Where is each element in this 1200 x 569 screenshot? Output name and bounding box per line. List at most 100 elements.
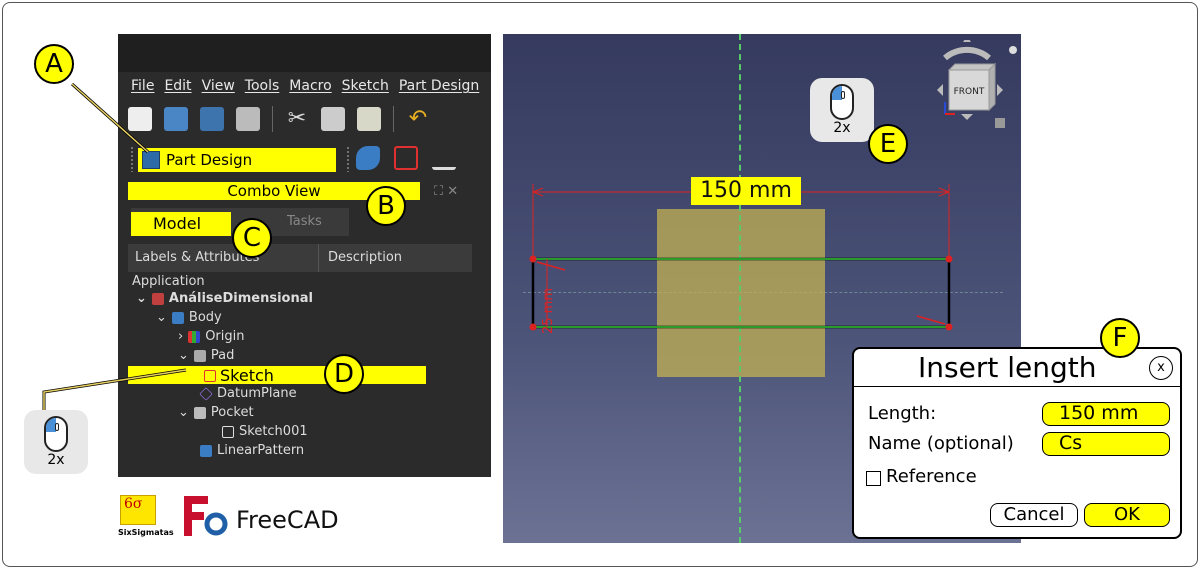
- menu-view[interactable]: View: [202, 78, 235, 94]
- new-document-icon[interactable]: [128, 107, 152, 131]
- menu-part-design[interactable]: Part Design: [399, 78, 479, 94]
- sketch-rectangle: [531, 257, 951, 329]
- workbench-label: Part Design: [166, 151, 253, 169]
- ok-button[interactable]: OK: [1084, 503, 1170, 527]
- cube-face-label: FRONT: [954, 87, 985, 97]
- nav-menu-dot: [1009, 46, 1017, 54]
- tree-item-linear-pattern[interactable]: LinearPattern: [200, 443, 304, 458]
- chevron-right-icon[interactable]: ›: [178, 329, 183, 344]
- linear-pattern-icon: [200, 444, 212, 457]
- create-body-icon[interactable]: [356, 146, 380, 170]
- vertical-dimension-label[interactable]: 25 mm: [541, 288, 556, 334]
- tree-item-origin[interactable]: › Origin: [178, 329, 245, 344]
- tree-item-sketch[interactable]: Sketch: [204, 366, 274, 385]
- toolbar-grip[interactable]: [346, 146, 350, 172]
- chevron-down-icon[interactable]: ⌄: [178, 405, 189, 420]
- tree-label: LinearPattern: [217, 443, 305, 458]
- tree-item-datum-plane[interactable]: DatumPlane: [199, 386, 297, 401]
- chevron-down-icon[interactable]: ⌄: [136, 291, 147, 306]
- name-input[interactable]: Cs: [1042, 432, 1170, 456]
- tab-tasks[interactable]: Tasks: [287, 214, 322, 229]
- callout-e: E: [868, 124, 908, 164]
- save-icon[interactable]: [200, 107, 224, 131]
- chevron-down-icon[interactable]: ⌄: [156, 310, 167, 325]
- sketch-icon: [204, 369, 216, 382]
- close-icon[interactable]: x: [1149, 356, 1173, 380]
- tree-label: Sketch001: [239, 424, 308, 439]
- callout-f: F: [1100, 318, 1140, 358]
- freecad-logo-text: FreeCAD: [236, 506, 339, 534]
- tree-label: DatumPlane: [217, 386, 297, 401]
- view-menu-cube: [995, 118, 1005, 128]
- cut-icon[interactable]: ✂: [285, 107, 309, 131]
- length-label: Length:: [868, 403, 937, 424]
- arrow-head: [938, 187, 950, 193]
- menu-file[interactable]: File: [131, 78, 154, 94]
- validate-sketch-icon[interactable]: [432, 146, 456, 170]
- callout-d: D: [324, 354, 364, 394]
- tree-item-body[interactable]: ⌄ Body: [156, 310, 222, 325]
- reference-checkbox[interactable]: [866, 471, 881, 486]
- double-click-label: 2x: [47, 452, 65, 468]
- body-icon: [171, 311, 184, 324]
- part-design-toolbar: [356, 146, 456, 170]
- horizontal-dimension-label[interactable]: 150 mm: [691, 177, 801, 205]
- part-design-icon: [142, 151, 160, 169]
- origin-icon: [188, 330, 201, 343]
- copy-icon[interactable]: [321, 107, 345, 131]
- open-folder-icon[interactable]: [164, 107, 188, 131]
- column-description[interactable]: Description: [318, 244, 402, 272]
- tree-header: Labels & Attributes Description: [128, 244, 472, 272]
- tree-label: AnáliseDimensional: [168, 291, 313, 306]
- sixsigmatas-label: SixSigmatas: [118, 528, 174, 537]
- freecad-window: File Edit View Tools Macro Sketch Part D…: [118, 34, 491, 477]
- menu-tools[interactable]: Tools: [245, 78, 280, 94]
- print-icon[interactable]: [236, 107, 260, 131]
- vertex-point: [945, 323, 953, 331]
- tree-label: Pad: [210, 348, 235, 363]
- reference-label: Reference: [886, 466, 977, 487]
- callout-a: A: [34, 44, 74, 84]
- tree-item-pocket[interactable]: ⌄ Pocket: [178, 405, 254, 420]
- insert-length-dialog: Insert length x Length: 150 mm Name (opt…: [852, 347, 1182, 539]
- toolbar-separator: [393, 106, 394, 132]
- rotate-arrow-icon: [943, 46, 991, 61]
- navigation-cube[interactable]: FRONT: [915, 40, 1019, 144]
- tab-model[interactable]: Model: [131, 212, 231, 236]
- sketch-icon: [222, 425, 234, 438]
- tree-item-document[interactable]: ⌄ AnáliseDimensional: [136, 291, 313, 306]
- name-label: Name (optional): [868, 433, 1014, 454]
- callout-b: B: [366, 186, 406, 226]
- tree-item-pad[interactable]: ⌄ Pad: [178, 348, 234, 363]
- menu-sketch[interactable]: Sketch: [342, 78, 389, 94]
- tree-item-application: Application: [132, 274, 205, 289]
- length-input[interactable]: 150 mm: [1042, 402, 1170, 426]
- mouse-icon: [44, 416, 68, 452]
- datum-plane-icon: [199, 386, 213, 401]
- dialog-title: Insert length: [918, 351, 1097, 384]
- tree-label: Body: [188, 310, 222, 325]
- workbench-selector[interactable]: Part Design: [138, 148, 336, 172]
- double-click-mouse-icon: 2x: [24, 410, 88, 474]
- paste-icon[interactable]: [357, 107, 381, 131]
- double-click-mouse-icon: 2x: [810, 78, 874, 142]
- undo-icon[interactable]: ↶: [406, 107, 430, 131]
- sketch-highlight: [128, 366, 426, 384]
- toolbar-separator: [272, 106, 273, 132]
- cancel-button[interactable]: Cancel: [990, 503, 1078, 527]
- menu-macro[interactable]: Macro: [289, 78, 331, 94]
- create-sketch-icon[interactable]: [394, 146, 418, 170]
- toolbar-grip[interactable]: [130, 146, 134, 172]
- arrow-head: [532, 187, 544, 193]
- window-top-bar: [118, 34, 491, 72]
- callout-c: C: [232, 218, 272, 258]
- chevron-down-icon[interactable]: ⌄: [178, 348, 189, 363]
- float-close-icon[interactable]: ⛶ ✕: [434, 184, 458, 199]
- nav-right-arrow: [997, 84, 1003, 96]
- vertex-point: [529, 323, 537, 331]
- tree-label: Pocket: [210, 405, 254, 420]
- document-icon: [151, 292, 164, 305]
- freecad-logo-icon: [184, 496, 228, 536]
- tree-item-sketch001[interactable]: Sketch001: [222, 424, 308, 439]
- menu-edit[interactable]: Edit: [164, 78, 191, 94]
